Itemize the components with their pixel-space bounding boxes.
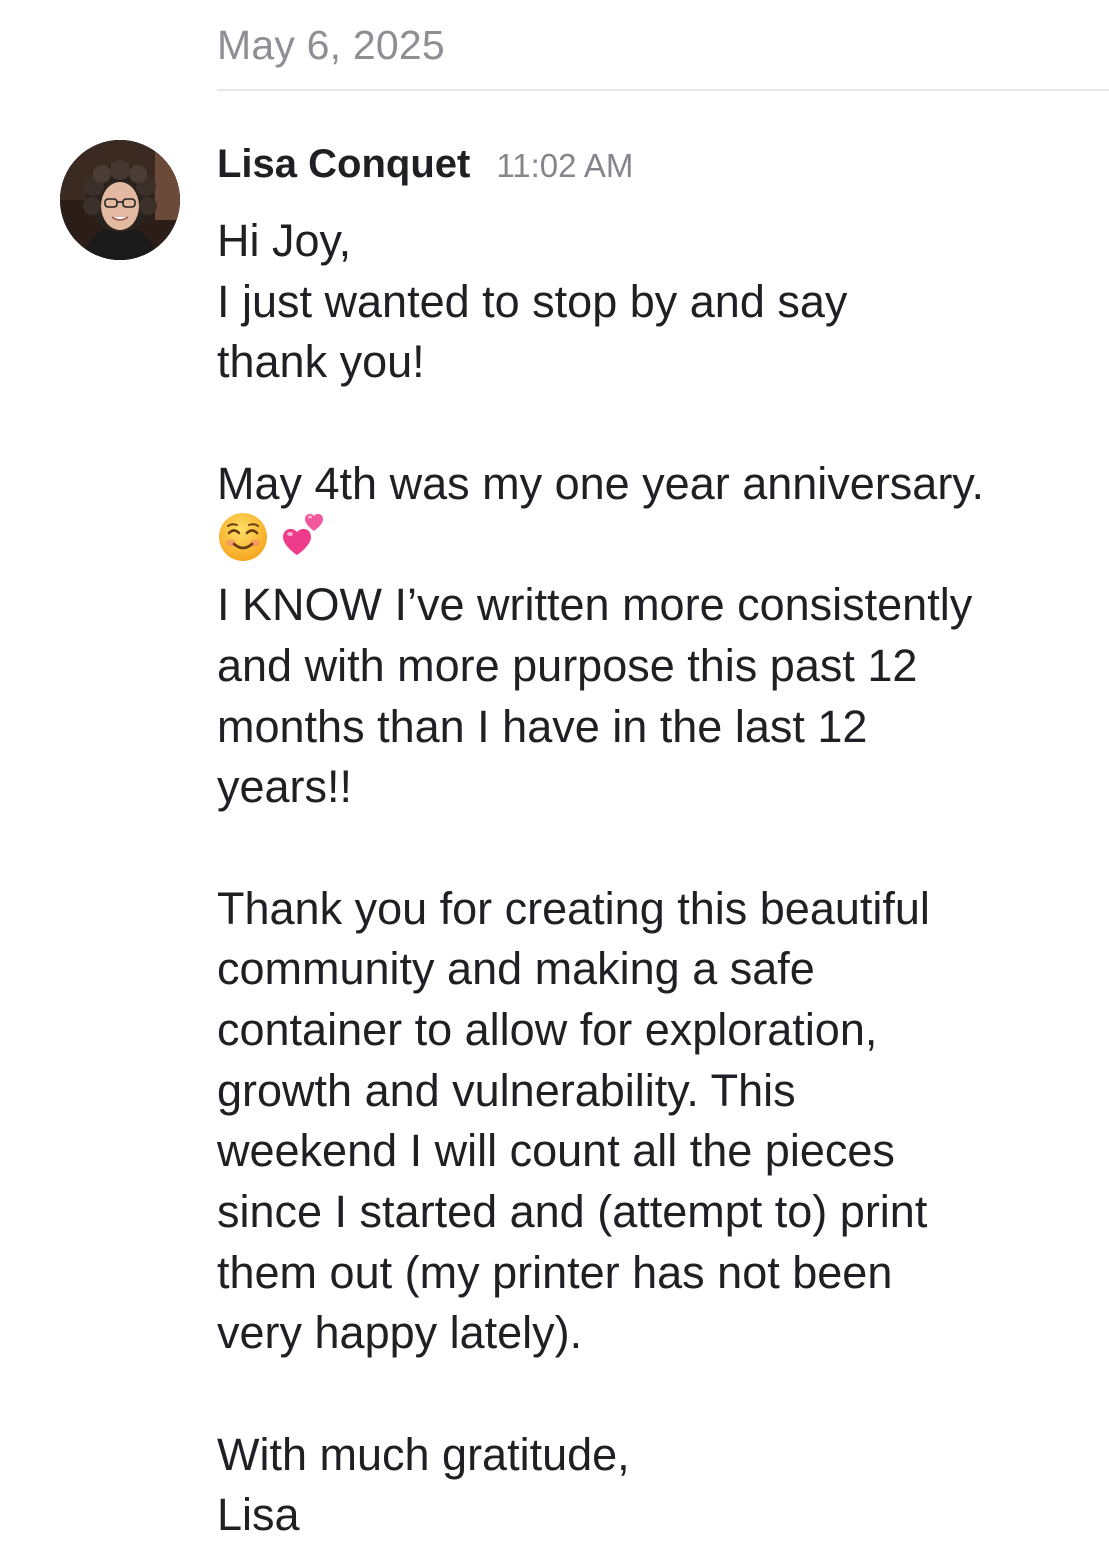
message-line: years!! [217, 761, 353, 813]
message-line: weekend I will count all the pieces [217, 1125, 895, 1177]
smiling-face-icon [217, 511, 269, 579]
message-line: May 4th was my one year anniversary. [217, 457, 984, 509]
message-line: months than I have in the last 12 [217, 700, 868, 752]
emoji-row [217, 512, 1097, 575]
two-hearts-icon [275, 509, 337, 581]
message-line: container to allow for exploration, [217, 1003, 878, 1055]
sender-name[interactable]: Lisa Conquet [217, 142, 470, 187]
message-line: Thank you for creating this beautiful [217, 882, 930, 934]
message-time: 11:02 AM [496, 147, 634, 184]
date-divider [217, 89, 1109, 91]
message-header: Lisa Conquet 11:02 AM [217, 142, 633, 187]
avatar[interactable] [60, 140, 180, 260]
message-line: community and making a safe [217, 943, 815, 995]
date-separator: May 6, 2025 [217, 22, 445, 68]
message-line: Lisa [217, 1489, 300, 1541]
message-line: Hi Joy, [217, 215, 352, 266]
message-line: growth and vulnerability. This [217, 1064, 796, 1116]
message-line: I just wanted to stop by and say [217, 275, 848, 327]
message-line: them out (my printer has not been [217, 1246, 893, 1298]
message-line: With much gratitude, [217, 1428, 630, 1480]
message-body: Hi Joy, I just wanted to stop by and say… [217, 211, 1097, 1546]
message-line: and with more purpose this past 12 [217, 639, 918, 691]
message-line: since I started and (attempt to) print [217, 1186, 928, 1237]
message-line: thank you! [217, 336, 425, 388]
message-line: I KNOW I’ve written more consistently [217, 579, 973, 631]
message-line: very happy lately). [217, 1307, 583, 1359]
